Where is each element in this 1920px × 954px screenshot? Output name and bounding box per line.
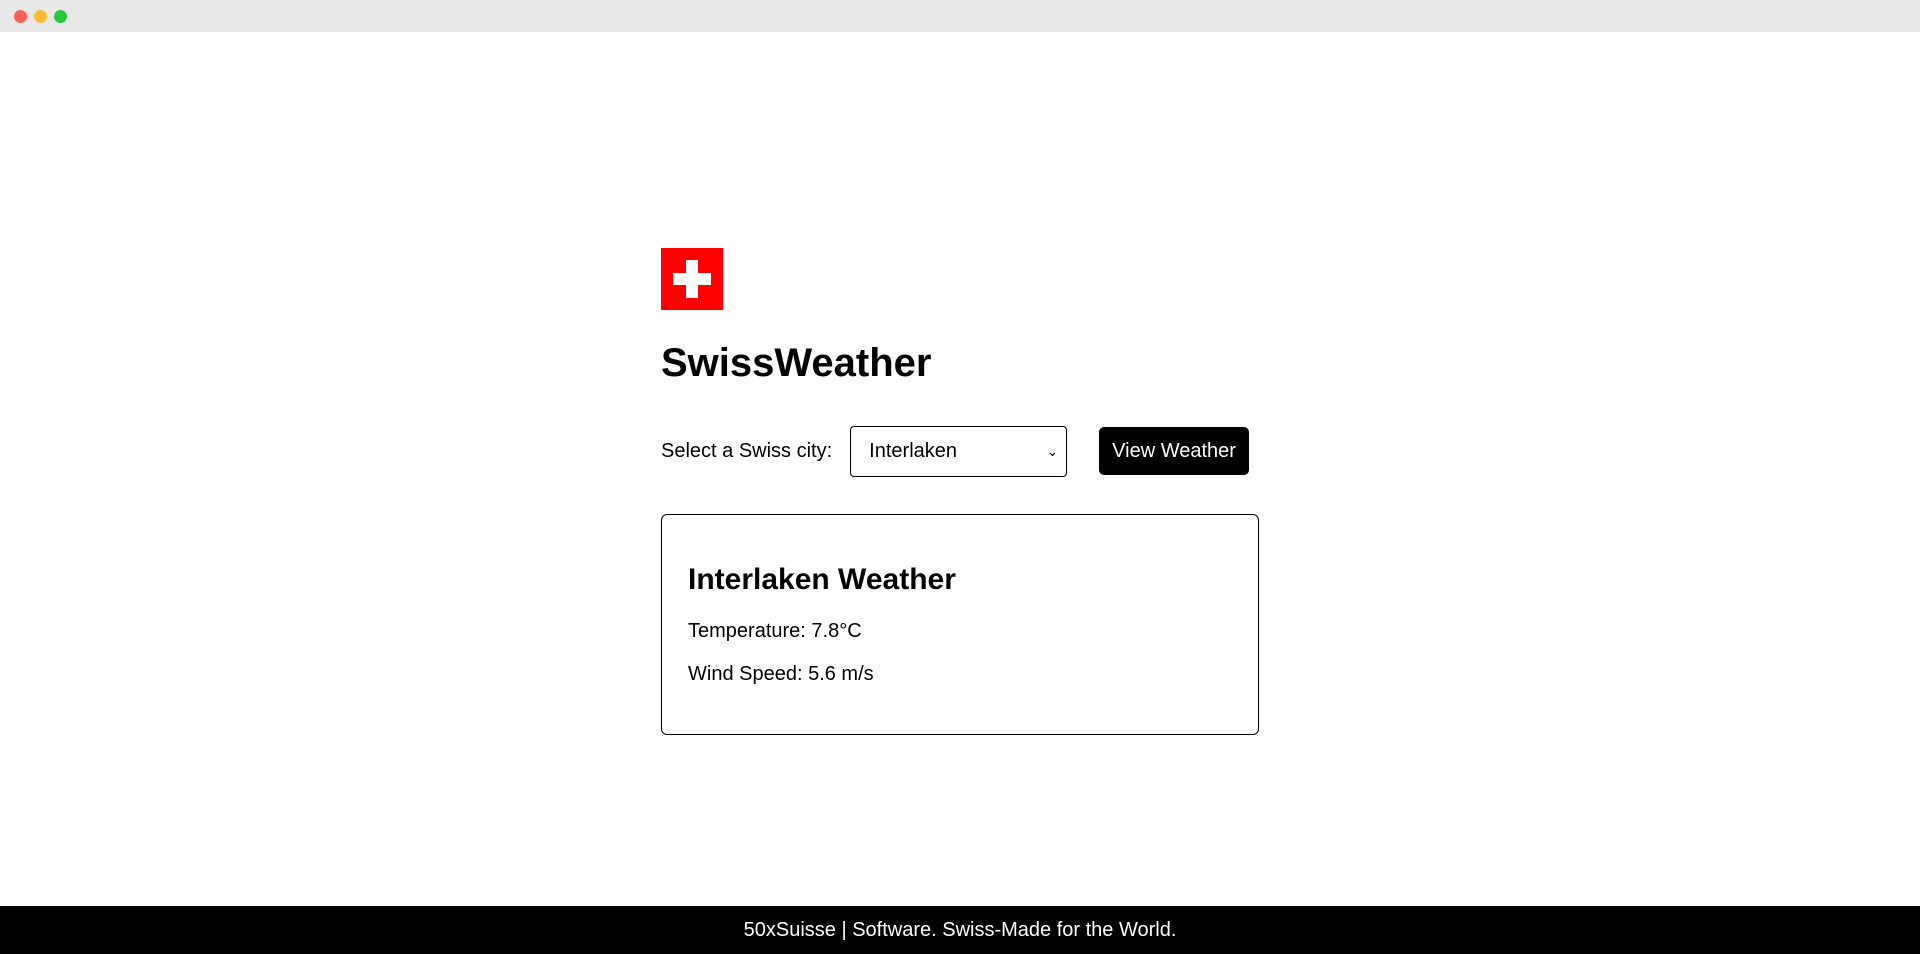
- page-title: SwissWeather: [661, 341, 932, 385]
- window-close-button[interactable]: [14, 10, 27, 23]
- footer-text: 50xSuisse | Software. Swiss-Made for the…: [743, 918, 1177, 941]
- wind-speed-text: Wind Speed: 5.6 m/s: [688, 663, 874, 685]
- city-select-value: Interlaken: [869, 439, 958, 462]
- window-maximize-button[interactable]: [54, 10, 67, 23]
- footer: 50xSuisse | Software. Swiss-Made for the…: [0, 906, 1920, 954]
- main-content: SwissWeather Select a Swiss city: Interl…: [661, 248, 1261, 735]
- city-select[interactable]: Interlaken ⌄: [850, 425, 1068, 477]
- weather-card: Interlaken Weather Temperature: 7.8°C Wi…: [661, 514, 1259, 735]
- flag-cross-horizontal: [673, 273, 711, 285]
- weather-card-title: Interlaken Weather: [688, 563, 956, 596]
- temperature-text: Temperature: 7.8°C: [688, 620, 862, 642]
- city-controls: Select a Swiss city: Interlaken ⌄ View W…: [661, 425, 1261, 477]
- city-select-label: Select a Swiss city:: [661, 439, 833, 462]
- window-title-bar: [0, 0, 1920, 32]
- chevron-down-icon: ⌄: [1046, 443, 1059, 459]
- window-minimize-button[interactable]: [34, 10, 47, 23]
- swiss-flag-icon: [661, 248, 723, 310]
- view-weather-button[interactable]: View Weather: [1099, 427, 1249, 475]
